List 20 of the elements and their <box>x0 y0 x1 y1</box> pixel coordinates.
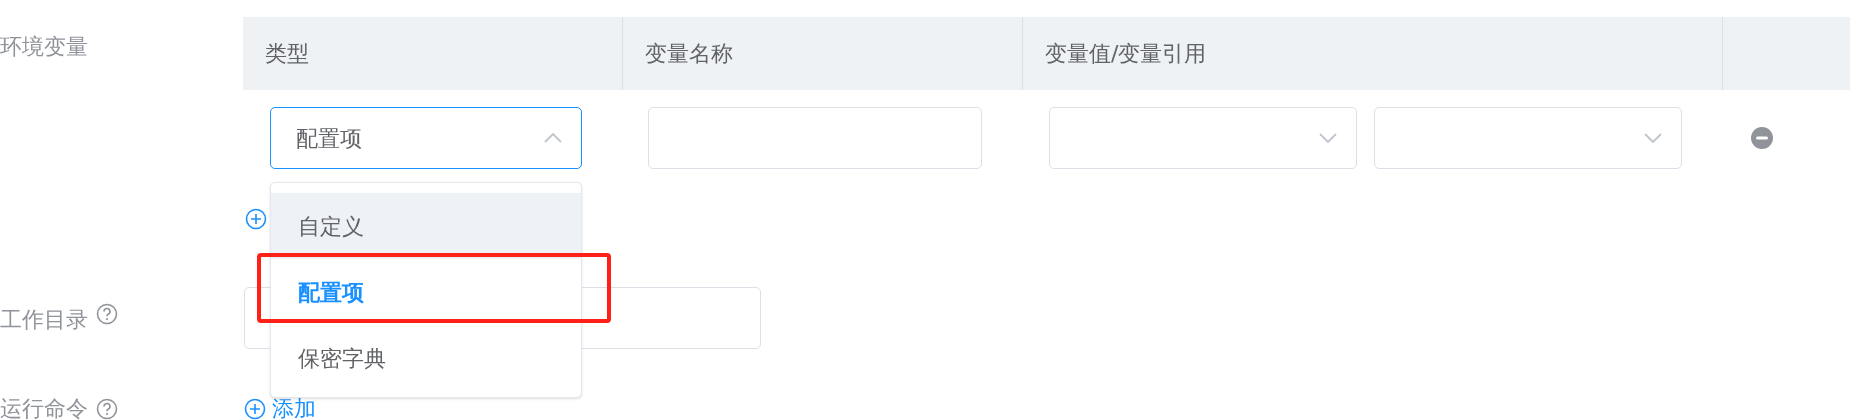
column-header: 变量值/变量引用 <box>1045 40 1207 68</box>
type-select[interactable]: 配置项 <box>270 107 582 169</box>
add-icon[interactable] <box>245 208 267 230</box>
name-input[interactable] <box>648 107 982 169</box>
column-header: 变量名称 <box>645 40 733 68</box>
field-label: 运行命令 <box>0 398 88 420</box>
add-link[interactable]: 添加 <box>244 398 316 420</box>
dropdown-option[interactable]: 保密字典 <box>271 325 581 391</box>
field-label: 环境变量 <box>0 34 88 59</box>
chevron-up-icon <box>543 132 563 144</box>
column-header: 类型 <box>265 40 309 68</box>
help-icon[interactable] <box>96 303 118 325</box>
field-label: 工作目录 <box>0 306 88 334</box>
add-icon <box>244 398 266 420</box>
help-icon[interactable] <box>96 398 118 420</box>
dropdown-option[interactable]: 自定义 <box>271 193 581 259</box>
dropdown-option[interactable]: 配置项 <box>271 259 581 325</box>
chevron-down-icon <box>1643 132 1663 144</box>
chevron-down-icon <box>1318 132 1338 144</box>
remove-icon[interactable] <box>1751 127 1773 149</box>
